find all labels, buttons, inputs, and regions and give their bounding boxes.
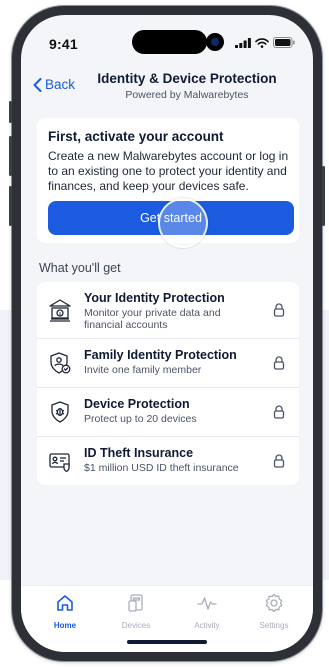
tab-settings[interactable]: Settings <box>244 593 304 630</box>
activate-card-body: Create a new Malwarebytes account or log… <box>48 149 289 193</box>
wifi-icon <box>255 37 269 48</box>
tab-label: Activity <box>194 621 220 630</box>
bank-icon: $ <box>47 297 73 323</box>
feature-description: Monitor your private data and financial … <box>84 307 221 331</box>
status-time: 9:41 <box>49 36 78 52</box>
app-screen: 9:41 Back Identity & Device Protection P… <box>21 15 313 652</box>
tab-bar: Home Devices Activity Settings <box>21 585 313 652</box>
svg-text:$: $ <box>59 311 62 317</box>
tab-devices[interactable]: Devices <box>106 593 166 630</box>
feature-description: Protect up to 20 devices <box>84 413 197 425</box>
activate-card-title: First, activate your account <box>48 129 224 144</box>
tab-label: Settings <box>259 621 289 630</box>
page-subtitle: Powered by Malwarebytes <box>125 89 249 101</box>
settings-icon <box>265 593 283 613</box>
get-started-button[interactable]: Get started <box>48 201 294 235</box>
lock-icon <box>273 356 285 370</box>
lock-icon <box>273 454 285 468</box>
home-indicator <box>127 640 207 644</box>
lock-icon <box>273 405 285 419</box>
phone-frame: 9:41 Back Identity & Device Protection P… <box>9 6 325 661</box>
feature-description: Invite one family member <box>84 364 202 376</box>
feature-family-identity-protection[interactable]: Family Identity Protection Invite one fa… <box>37 339 299 388</box>
feature-identity-protection[interactable]: $ Your Identity Protection Monitor your … <box>37 282 299 339</box>
feature-device-protection[interactable]: Device Protection Protect up to 20 devic… <box>37 388 299 437</box>
signal-icon <box>235 37 251 48</box>
home-icon <box>57 595 73 611</box>
lock-icon <box>273 303 285 317</box>
volume-down-button <box>9 186 12 226</box>
feature-title: Family Identity Protection <box>84 348 237 362</box>
tab-home[interactable]: Home <box>35 593 95 630</box>
tab-activity[interactable]: Activity <box>177 593 237 630</box>
action-button <box>9 101 12 123</box>
power-button <box>322 166 325 226</box>
bug-shield-icon <box>47 399 73 425</box>
feature-title: Device Protection <box>84 397 190 411</box>
activity-icon <box>197 597 217 610</box>
feature-id-theft-insurance[interactable]: ID Theft Insurance $1 million USD ID the… <box>37 437 299 485</box>
family-shield-icon <box>47 350 73 376</box>
status-icons <box>235 37 295 48</box>
feature-description: $1 million USD ID theft insurance <box>84 462 239 474</box>
dynamic-island <box>132 30 207 54</box>
camera-icon <box>206 33 224 51</box>
id-card-icon <box>47 448 73 474</box>
devices-icon <box>128 594 143 612</box>
volume-up-button <box>9 136 12 176</box>
tab-label: Home <box>53 621 77 630</box>
tab-label: Devices <box>121 621 151 630</box>
feature-title: Your Identity Protection <box>84 291 225 305</box>
page-title: Identity & Device Protection <box>97 71 277 86</box>
activate-account-card: First, activate your account Create a ne… <box>37 118 299 243</box>
section-label: What you'll get <box>39 261 121 275</box>
battery-icon <box>273 37 295 48</box>
feature-list: $ Your Identity Protection Monitor your … <box>37 282 299 485</box>
feature-title: ID Theft Insurance <box>84 446 194 460</box>
